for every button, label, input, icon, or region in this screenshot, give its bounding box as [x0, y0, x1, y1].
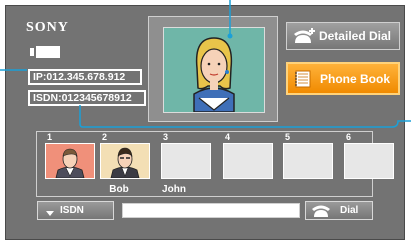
brand-logo: SONY	[26, 20, 69, 35]
speed-dial-slot-6[interactable]: 6	[344, 132, 394, 179]
dial-button[interactable]: Dial	[305, 201, 373, 220]
dial-label: Dial	[340, 205, 359, 216]
phone-plus-icon	[294, 28, 315, 43]
phone-book-button[interactable]: Phone Book	[286, 62, 400, 95]
speed-dial-panel: 1 Bob 2 John 3 4 5 6	[36, 131, 394, 197]
woman-avatar-icon	[193, 37, 235, 112]
speed-dial-slot-3[interactable]: 3	[161, 132, 211, 179]
microphone-status-icon	[30, 46, 60, 58]
speed-dial-slot-5[interactable]: 5	[283, 132, 333, 179]
phone-book-icon	[295, 70, 311, 88]
camera-image	[163, 27, 265, 113]
man-avatar-icon	[101, 144, 149, 179]
line-type-value: ISDN	[60, 205, 84, 216]
slot-number: 4	[225, 132, 231, 142]
isdn-number-label: ISDN:012345678912	[28, 90, 146, 106]
detailed-dial-button[interactable]: Detailed Dial	[286, 22, 400, 50]
line-type-select[interactable]: ISDN	[37, 201, 114, 220]
self-view-video	[148, 16, 278, 122]
video-conference-screen: SONY IP:012.345.678.912 ISDN:01234567891…	[5, 5, 405, 240]
slot-number: 5	[285, 132, 291, 142]
speed-dial-slot-2[interactable]: 2 John	[100, 132, 186, 195]
detailed-dial-label: Detailed Dial	[318, 29, 391, 43]
slot-contact-name: Bob	[109, 184, 129, 195]
dial-number-input[interactable]	[122, 203, 300, 218]
phone-book-label: Phone Book	[319, 71, 390, 86]
ip-address-label: IP:012.345.678.912	[28, 69, 142, 85]
slot-number: 1	[47, 132, 53, 142]
speed-dial-slot-1[interactable]: 1 Bob	[45, 132, 129, 195]
slot-contact-name: John	[162, 184, 186, 195]
dropdown-arrow-icon	[46, 206, 54, 223]
slot-number: 3	[163, 132, 169, 142]
phone-icon	[312, 205, 330, 217]
slot-number: 2	[102, 132, 108, 142]
man-avatar-icon	[46, 144, 94, 179]
slot-number: 6	[346, 132, 352, 142]
speed-dial-slot-4[interactable]: 4	[223, 132, 273, 179]
